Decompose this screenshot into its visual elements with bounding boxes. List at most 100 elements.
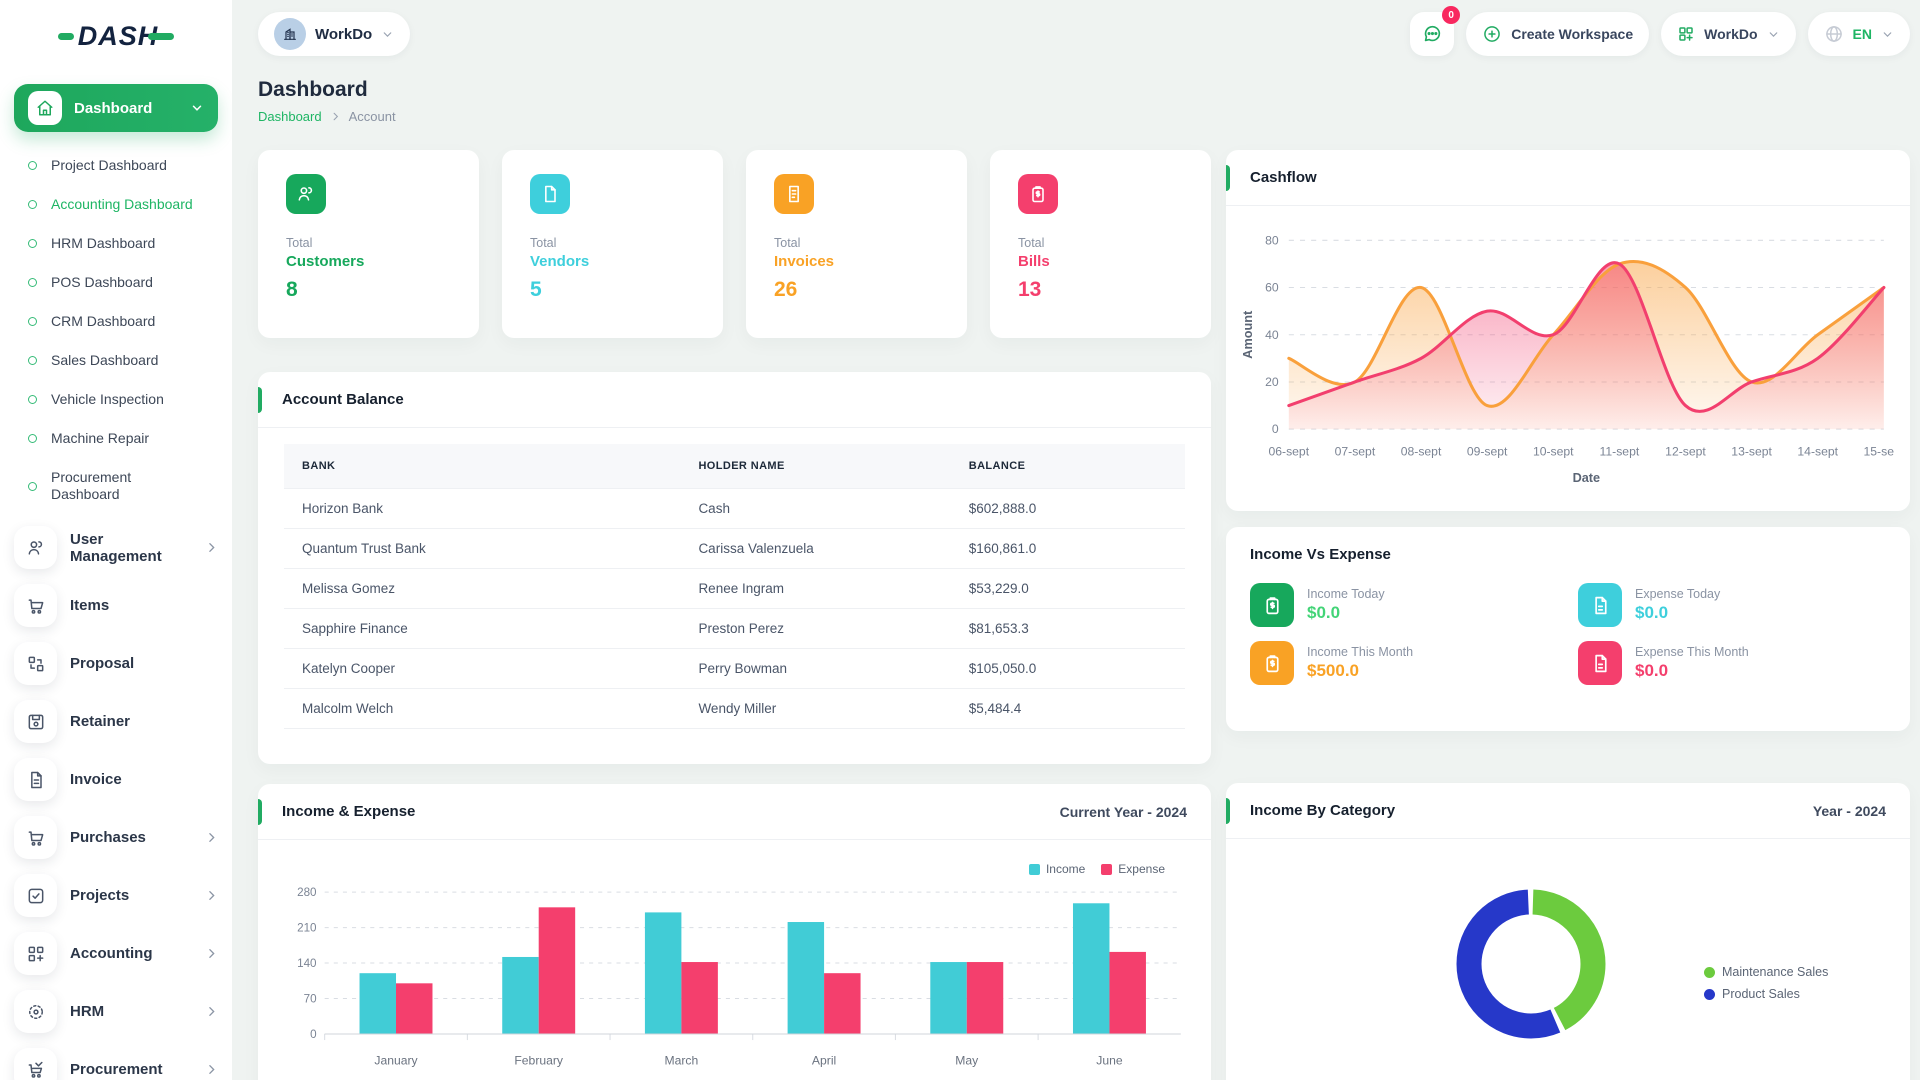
svg-text:10-sept: 10-sept xyxy=(1533,445,1574,459)
stat-card-invoices: Total Invoices 26 xyxy=(746,150,967,338)
logo-dash-icon xyxy=(148,33,174,40)
stat-value: $500.0 xyxy=(1307,661,1413,681)
chevron-down-icon xyxy=(381,28,394,41)
expense-file-icon xyxy=(1578,583,1622,627)
expense-this-month-stat: Expense This Month $0.0 xyxy=(1578,641,1886,685)
sidebar-item-dashboard[interactable]: Dashboard xyxy=(14,84,218,132)
globe-icon xyxy=(1824,24,1844,44)
legend-label: Product Sales xyxy=(1722,987,1800,1001)
cart-icon xyxy=(14,816,57,859)
sidebar-item-hrm[interactable]: HRM xyxy=(0,986,232,1037)
workspace-switcher[interactable]: WorkDo xyxy=(258,12,410,56)
income-clipboard-icon xyxy=(1250,641,1294,685)
cell-balance: $105,050.0 xyxy=(951,649,1185,689)
sidebar-item-sales-dashboard[interactable]: Sales Dashboard xyxy=(0,341,232,380)
account-balance-card: Account Balance BANK HOLDER NAME BALANCE xyxy=(258,372,1211,764)
cell-balance: $5,484.4 xyxy=(951,689,1185,729)
cell-bank: Horizon Bank xyxy=(284,489,680,529)
sidebar-item-purchases[interactable]: Purchases xyxy=(0,812,232,863)
legend-dot xyxy=(1704,989,1715,1000)
svg-text:280: 280 xyxy=(297,886,317,899)
svg-text:February: February xyxy=(514,1053,564,1067)
column-header-holder-name: HOLDER NAME xyxy=(680,444,950,489)
table-row: Melissa GomezRenee Ingram$53,229.0 xyxy=(284,569,1185,609)
sidebar-item-pos-dashboard[interactable]: POS Dashboard xyxy=(0,263,232,302)
sidebar-item-crm-dashboard[interactable]: CRM Dashboard xyxy=(0,302,232,341)
cell-holder: Perry Bowman xyxy=(680,649,950,689)
stat-card-bills: Total Bills 13 xyxy=(990,150,1211,338)
table-row: Quantum Trust BankCarissa Valenzuela$160… xyxy=(284,529,1185,569)
cell-holder: Wendy Miller xyxy=(680,689,950,729)
svg-text:0: 0 xyxy=(310,1028,317,1041)
chevron-right-icon xyxy=(205,947,218,960)
bullet-icon xyxy=(28,200,37,209)
stat-card-customers: Total Customers 8 xyxy=(258,150,479,338)
card-title: Income By Category xyxy=(1250,802,1395,819)
sidebar-item-procurement[interactable]: Procurement xyxy=(0,1044,232,1080)
sidebar-item-procurement-dashboard[interactable]: Procurement Dashboard xyxy=(0,458,232,514)
legend-item-maintenance-sales: Maintenance Sales xyxy=(1704,965,1828,979)
sidebar-item-projects[interactable]: Projects xyxy=(0,870,232,921)
card-header: Income & Expense Current Year - 2024 xyxy=(258,784,1211,840)
cell-bank: Quantum Trust Bank xyxy=(284,529,680,569)
cell-bank: Katelyn Cooper xyxy=(284,649,680,689)
svg-text:June: June xyxy=(1096,1053,1123,1067)
sidebar-item-label: Project Dashboard xyxy=(51,157,167,174)
bullet-icon xyxy=(28,395,37,404)
card-title: Income Vs Expense xyxy=(1250,546,1391,563)
page-icon xyxy=(530,174,570,214)
workdo-apps-menu[interactable]: WorkDo xyxy=(1661,12,1795,56)
chevron-right-icon xyxy=(205,541,218,554)
svg-text:60: 60 xyxy=(1265,281,1279,295)
sidebar-item-label: POS Dashboard xyxy=(51,274,153,291)
card-period: Current Year - 2024 xyxy=(1060,804,1187,820)
messages-button[interactable]: 0 xyxy=(1410,12,1454,56)
svg-text:Date: Date xyxy=(1573,471,1601,485)
sidebar-item-hrm-dashboard[interactable]: HRM Dashboard xyxy=(0,224,232,263)
legend-item-income: Income xyxy=(1029,862,1085,876)
bar-chart-legend: Income Expense xyxy=(258,840,1211,876)
cashflow-area-chart: 02040608006-sept07-sept08-sept09-sept10-… xyxy=(1226,206,1910,530)
svg-text:January: January xyxy=(374,1053,418,1067)
svg-text:140: 140 xyxy=(297,957,317,970)
income-expense-chart-card: Income & Expense Current Year - 2024 Inc… xyxy=(258,784,1211,1080)
sidebar: DASH Dashboard Project Dashboard Account… xyxy=(0,0,232,1080)
language-selector[interactable]: EN xyxy=(1808,12,1910,56)
table-row: Katelyn CooperPerry Bowman$105,050.0 xyxy=(284,649,1185,689)
svg-text:15-sept: 15-sept xyxy=(1864,445,1894,459)
svg-text:20: 20 xyxy=(1265,375,1279,389)
sidebar-item-items[interactable]: Items xyxy=(0,580,232,631)
bullet-icon xyxy=(28,356,37,365)
stat-label: Invoices xyxy=(774,253,939,270)
column-header-balance: BALANCE xyxy=(951,444,1185,489)
chat-bubble-icon xyxy=(1421,23,1443,45)
account-balance-table: BANK HOLDER NAME BALANCE Horizon BankCas… xyxy=(284,444,1185,729)
sidebar-item-vehicle-inspection[interactable]: Vehicle Inspection xyxy=(0,380,232,419)
header-actions: 0 Create Workspace WorkDo EN xyxy=(1410,12,1910,56)
stat-value: $0.0 xyxy=(1635,603,1720,623)
create-workspace-button[interactable]: Create Workspace xyxy=(1466,12,1649,56)
sidebar-item-proposal[interactable]: Proposal xyxy=(0,638,232,689)
card-header: Cashflow xyxy=(1226,150,1910,206)
cell-balance: $602,888.0 xyxy=(951,489,1185,529)
sidebar-item-label: Sales Dashboard xyxy=(51,352,158,369)
sidebar-item-invoice[interactable]: Invoice xyxy=(0,754,232,805)
sidebar-item-retainer[interactable]: Retainer xyxy=(0,696,232,747)
breadcrumb-dashboard-link[interactable]: Dashboard xyxy=(258,109,322,124)
sidebar-item-accounting-dashboard[interactable]: Accounting Dashboard xyxy=(0,185,232,224)
svg-text:13-sept: 13-sept xyxy=(1731,445,1772,459)
card-title: Account Balance xyxy=(282,391,404,408)
app-logo[interactable]: DASH xyxy=(0,14,232,58)
sidebar-item-accounting[interactable]: Accounting xyxy=(0,928,232,979)
sidebar-item-label: Proposal xyxy=(70,655,218,672)
stat-card-vendors: Total Vendors 5 xyxy=(502,150,723,338)
sidebar-item-machine-repair[interactable]: Machine Repair xyxy=(0,419,232,458)
sidebar-item-label: Purchases xyxy=(70,829,192,846)
sidebar-item-project-dashboard[interactable]: Project Dashboard xyxy=(0,146,232,185)
card-header: Income By Category Year - 2024 xyxy=(1226,783,1910,839)
legend-item-expense: Expense xyxy=(1101,862,1165,876)
sidebar-item-user-management[interactable]: User Management xyxy=(0,522,232,573)
cell-holder: Carissa Valenzuela xyxy=(680,529,950,569)
swap-squares-icon xyxy=(14,642,57,685)
table-row: Malcolm WelchWendy Miller$5,484.4 xyxy=(284,689,1185,729)
